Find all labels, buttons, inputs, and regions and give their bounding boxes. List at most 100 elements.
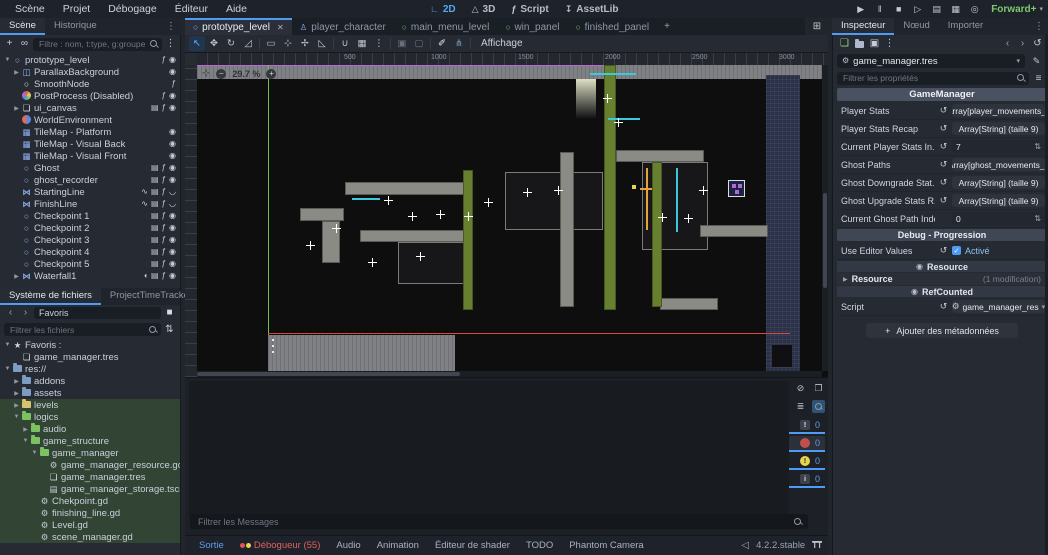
badge-script-icon[interactable]: ƒ <box>162 56 166 64</box>
revert-button[interactable]: ↺ <box>938 300 949 313</box>
collapse-icon[interactable]: ▼ <box>21 438 30 444</box>
dock-tab-sc-ne[interactable]: Scène <box>0 18 45 35</box>
badge-script-icon[interactable]: ƒ <box>162 104 166 112</box>
badge-script-icon[interactable]: ƒ <box>162 188 166 196</box>
play-custom-scene-button[interactable]: ▤ <box>928 1 945 17</box>
scene-tree-row[interactable]: ⋈ StartingLine ∿ ▤ ƒ ◡ <box>0 186 180 198</box>
nav-back-button[interactable]: ‹ <box>4 306 17 320</box>
select-tool-button[interactable]: ↖ <box>189 36 205 51</box>
badge-eye-icon[interactable]: ◉ <box>169 212 176 220</box>
filter-error-messages-toggle[interactable]: ● 0 <box>789 436 825 452</box>
badge-eye-icon[interactable]: ◉ <box>169 260 176 268</box>
add-node-button[interactable]: + <box>3 37 16 51</box>
badge-eye-icon[interactable]: ◉ <box>169 140 176 148</box>
badge-script-icon[interactable]: ƒ <box>172 80 176 88</box>
object-history-button[interactable]: ↺ <box>1031 37 1044 51</box>
scene-tree-options-button[interactable]: ⋮ <box>164 37 177 51</box>
filesystem-row[interactable]: ⚙ Level.gd <box>0 519 180 531</box>
expand-icon[interactable]: ▶ <box>21 426 30 433</box>
scene-tree-row[interactable]: ○ Checkpoint 1 ▤ ƒ ◉ <box>0 210 180 222</box>
expand-icon[interactable]: ▶ <box>12 390 21 397</box>
badge-eye-icon[interactable]: ◉ <box>169 56 176 64</box>
resource-fold-row[interactable]: ▶ Resource (1 modification) <box>837 273 1047 285</box>
filesystem-row[interactable]: ▶ addons <box>0 375 180 387</box>
dock-tab-historique[interactable]: Historique <box>45 18 106 35</box>
property-checkbox[interactable]: ✓ Activé <box>952 246 1045 256</box>
stop-button[interactable]: ■ <box>890 1 907 17</box>
tab-options-icon[interactable]: ⋮ <box>1030 21 1048 32</box>
workspace-3d[interactable]: △ 3D <box>472 4 496 15</box>
workspace-script[interactable]: ƒ Script <box>511 4 548 15</box>
badge-group-icon[interactable]: ▤ <box>151 236 159 244</box>
workspace-assetlib[interactable]: ↧ AssetLib <box>565 4 619 15</box>
inspector-filter-input[interactable] <box>841 72 1014 84</box>
badge-eye-off-icon[interactable]: ◡ <box>169 188 176 196</box>
workspace-2d[interactable]: ∟ 2D <box>430 4 456 15</box>
property-value-button[interactable]: Array[String] (taille 9) <box>952 194 1045 207</box>
scene-tree-row[interactable]: WorldEnvironment <box>0 114 180 126</box>
scene-tree-row[interactable]: ▶ ◫ ParallaxBackground ◉ <box>0 66 180 78</box>
distraction-free-button[interactable]: ⊞ <box>808 19 826 35</box>
scene-tree-row[interactable]: ▼ ○ prototype_level ƒ ◉ <box>0 54 180 66</box>
close-icon[interactable]: ✕ <box>277 23 284 32</box>
filesystem-row[interactable]: ▼ ★ Favoris : <box>0 339 180 351</box>
play-button[interactable]: ▶ <box>852 1 869 17</box>
grid-snap-button[interactable]: ▦ <box>354 36 370 51</box>
filter-warning-messages-toggle[interactable]: ! 0 <box>789 454 825 470</box>
scene-tree-row[interactable]: ○ Checkpoint 2 ▤ ƒ ◉ <box>0 222 180 234</box>
filter-standard-messages-toggle[interactable]: ! 0 <box>789 418 825 434</box>
bottom-tab-todo[interactable]: TODO <box>518 540 561 551</box>
center-view-icon[interactable]: ⊹ <box>202 68 210 79</box>
property-spinbox[interactable]: 7 ⇅ <box>952 140 1045 153</box>
badge-eye-icon[interactable]: ◉ <box>169 176 176 184</box>
property-display-options-button[interactable]: ≡ <box>1032 71 1045 85</box>
menu-aide[interactable]: Aide <box>217 1 256 17</box>
badge-group-icon[interactable]: ▤ <box>151 164 159 172</box>
viewport-hscrollbar-thumb[interactable] <box>197 372 460 376</box>
smart-snap-button[interactable]: ∪ <box>337 36 353 51</box>
pin-button[interactable]: ✐ <box>434 36 450 51</box>
property-value-button[interactable]: Array[String] (taille 9) <box>952 176 1045 189</box>
badge-eye-icon[interactable]: ◉ <box>169 164 176 172</box>
property-value-button[interactable]: Array[ghost_movements_p <box>952 158 1045 171</box>
group-button[interactable]: ▢ <box>411 36 427 51</box>
ruler-button[interactable]: ◺ <box>314 36 330 51</box>
bottom-tab-audio[interactable]: Audio <box>328 540 368 551</box>
scene-tree-row[interactable]: ○ Checkpoint 5 ▤ ƒ ◉ <box>0 258 180 270</box>
filesystem-filter-input[interactable] <box>8 323 146 336</box>
badge-eye-icon[interactable]: ◉ <box>169 248 176 256</box>
scene-tab-main_menu_level[interactable]: ○ main_menu_level <box>394 18 498 35</box>
scene-filter-input[interactable] <box>37 38 147 50</box>
collapse-icon[interactable]: ▼ <box>3 57 12 63</box>
clear-output-button[interactable]: ⊘ <box>794 382 807 395</box>
scene-tree-row[interactable]: ○ ghost_recorder ▤ ƒ ◉ <box>0 174 180 186</box>
movie-maker-button[interactable]: ▦ <box>947 1 964 17</box>
filesystem-row[interactable]: ❏ game_manager.tres <box>0 351 180 363</box>
filesystem-row[interactable]: ▶ audio <box>0 423 180 435</box>
expand-icon[interactable]: ▶ <box>12 378 21 385</box>
badge-eye-icon[interactable]: ◉ <box>169 272 176 280</box>
instance-scene-button[interactable]: ∞ <box>18 37 31 51</box>
badge-script-icon[interactable]: ƒ <box>162 164 166 172</box>
revert-button[interactable]: ↺ <box>938 122 949 135</box>
dock-tab-syst-me-de-fichiers[interactable]: Système de fichiers <box>0 288 101 305</box>
new-resource-button[interactable]: ❏ <box>838 37 851 51</box>
toggle-split-mode-button[interactable]: ■ <box>163 306 176 320</box>
inspector-tab-importer[interactable]: Importer <box>939 18 992 35</box>
collapse-icon[interactable]: ▼ <box>3 366 12 372</box>
bottom-tab--diteur-de-shader[interactable]: Éditeur de shader <box>427 540 518 551</box>
bottom-panel-toggle-icon[interactable]: TT <box>812 540 822 551</box>
filesystem-row[interactable]: ⚙ finishing_line.gd <box>0 507 180 519</box>
scene-tree-row[interactable]: ⋈ FinishLine ∿ ▤ ƒ ◡ <box>0 198 180 210</box>
resource-extra-button[interactable]: ✎ <box>1028 53 1045 69</box>
filter-info-messages-toggle[interactable]: i0 <box>789 472 825 488</box>
badge-eye-icon[interactable]: ◉ <box>169 104 176 112</box>
scene-tree-row[interactable]: PostProcess (Disabled) ƒ ◉ <box>0 90 180 102</box>
move-tool-button[interactable]: ✥ <box>206 36 222 51</box>
badge-group-icon[interactable]: ▤ <box>151 224 159 232</box>
zoom-level-label[interactable]: 29.7 % <box>232 69 260 79</box>
scene-tree-row[interactable]: ▶ ⋈ Waterfall1 ◖ ▤ ƒ ◉ <box>0 270 180 282</box>
zoom-in-button[interactable]: + <box>266 68 277 79</box>
scale-tool-button[interactable]: ◿ <box>240 36 256 51</box>
scene-tab-win_panel[interactable]: ○ win_panel <box>497 18 567 35</box>
